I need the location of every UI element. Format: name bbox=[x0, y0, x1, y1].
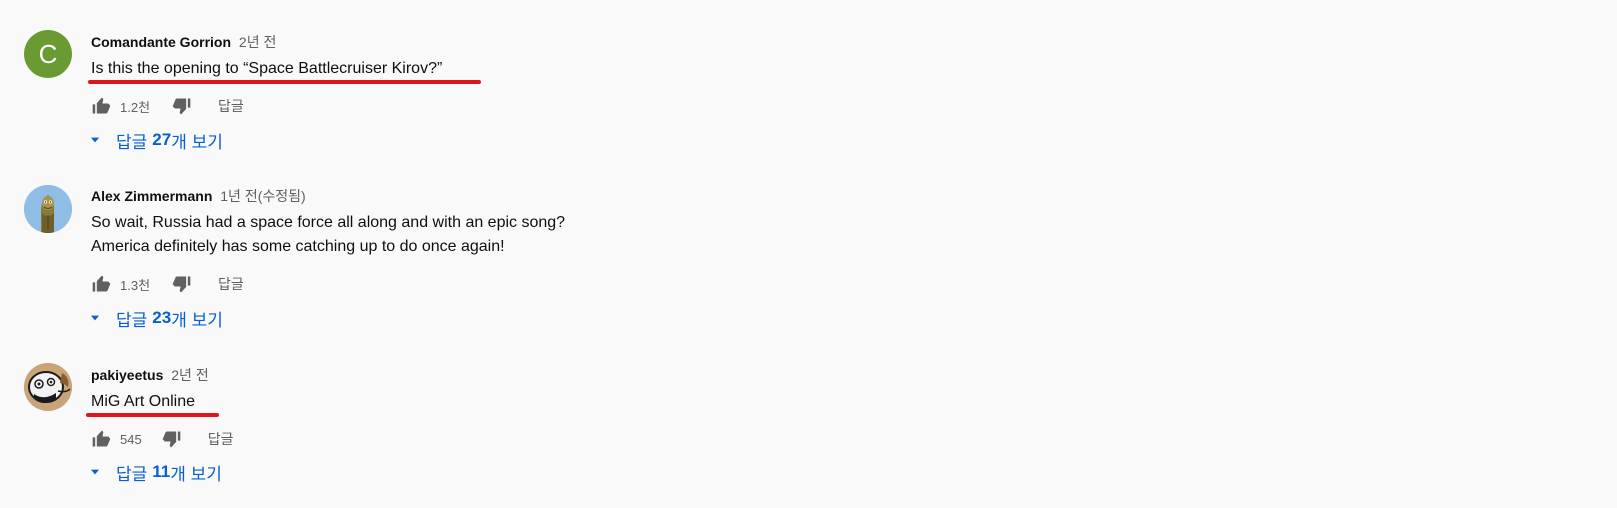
reply-count: 23 bbox=[152, 308, 172, 327]
reply-button[interactable]: 답글 bbox=[218, 274, 244, 294]
like-count: 545 bbox=[120, 431, 142, 447]
view-replies-suffix: 개 보기 bbox=[171, 132, 223, 152]
view-replies-button[interactable]: 답글 11 개 보기 bbox=[88, 460, 222, 484]
comment-header: pakiyeetus 2년 전 bbox=[91, 365, 209, 385]
comment-timestamp[interactable]: 2년 전 bbox=[239, 34, 276, 50]
avatar[interactable] bbox=[24, 363, 72, 411]
thumbs-down-icon[interactable] bbox=[172, 274, 192, 294]
comment-timestamp[interactable]: 2년 전 bbox=[171, 367, 208, 383]
like-count: 1.2천 bbox=[120, 99, 151, 115]
author-name[interactable]: Alex Zimmermann bbox=[91, 188, 212, 204]
comment-text-line: Is this the opening to “Space Battlecrui… bbox=[91, 60, 443, 77]
comment-timestamp[interactable]: 1년 전 bbox=[220, 188, 257, 204]
caret-down-icon bbox=[90, 137, 100, 143]
view-replies-prefix: 답글 bbox=[116, 132, 148, 152]
author-name[interactable]: Comandante Gorrion bbox=[91, 34, 231, 50]
thumbs-up-icon[interactable] bbox=[91, 96, 111, 116]
edited-label: (수정됨) bbox=[257, 188, 306, 204]
comment-text: MiG Art Online bbox=[91, 390, 195, 414]
caret-down-icon bbox=[90, 469, 100, 475]
view-replies-suffix: 개 보기 bbox=[171, 310, 223, 330]
comment-text-line: MiG Art Online bbox=[91, 393, 196, 410]
comment-text-line: America definitely has some catching up … bbox=[91, 238, 505, 255]
comment-header: Alex Zimmermann 1년 전(수정됨) bbox=[91, 186, 306, 206]
avatar[interactable]: C bbox=[24, 30, 72, 78]
view-replies-button[interactable]: 답글 23 개 보기 bbox=[88, 306, 223, 330]
cartoon-face-icon bbox=[24, 363, 72, 411]
view-replies-prefix: 답글 bbox=[116, 310, 148, 330]
annotation-underline bbox=[86, 413, 219, 417]
reply-count: 27 bbox=[152, 130, 172, 149]
annotation-underline bbox=[88, 80, 481, 84]
cartoon-character-icon bbox=[24, 185, 72, 233]
caret-down-icon bbox=[90, 315, 100, 321]
comment-header: Comandante Gorrion 2년 전 bbox=[91, 32, 276, 52]
comment-actions: 545 답글 bbox=[91, 427, 233, 451]
avatar-letter: C bbox=[38, 39, 58, 69]
comment-text: So wait, Russia had a space force all al… bbox=[91, 211, 565, 259]
comment-actions: 1.2천 답글 bbox=[91, 94, 244, 118]
avatar[interactable] bbox=[24, 185, 72, 233]
like-count: 1.3천 bbox=[120, 277, 151, 293]
comment-text: Is this the opening to “Space Battlecrui… bbox=[91, 57, 442, 81]
comment-text-line: So wait, Russia had a space force all al… bbox=[91, 214, 566, 231]
comment-actions: 1.3천 답글 bbox=[91, 272, 244, 296]
reply-count: 11 bbox=[152, 462, 171, 481]
author-name[interactable]: pakiyeetus bbox=[91, 367, 163, 383]
thumbs-up-icon[interactable] bbox=[91, 429, 111, 449]
view-replies-suffix: 개 보기 bbox=[170, 464, 222, 484]
view-replies-prefix: 답글 bbox=[116, 464, 148, 484]
reply-button[interactable]: 답글 bbox=[218, 96, 244, 116]
thumbs-up-icon[interactable] bbox=[91, 274, 111, 294]
reply-button[interactable]: 답글 bbox=[208, 429, 234, 449]
view-replies-button[interactable]: 답글 27 개 보기 bbox=[88, 128, 223, 152]
thumbs-down-icon[interactable] bbox=[162, 429, 182, 449]
thumbs-down-icon[interactable] bbox=[172, 96, 192, 116]
